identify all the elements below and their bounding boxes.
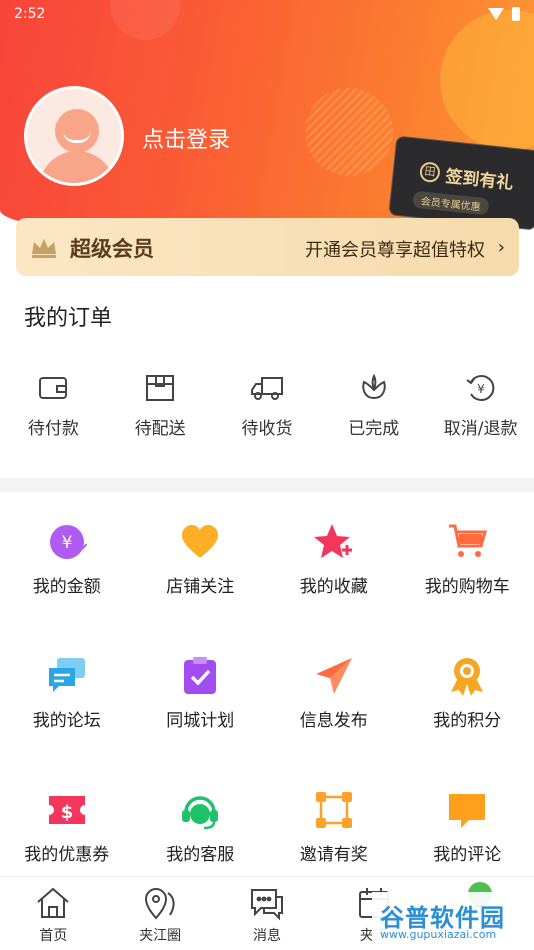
login-link[interactable]: 点击登录 — [142, 122, 230, 154]
status-time: 2:52 — [14, 6, 46, 22]
service-row: $ 我的优惠券 我的客服 邀请有奖 我的评论 — [0, 760, 534, 894]
svg-text:¥: ¥ — [477, 382, 485, 396]
truck-icon — [250, 377, 283, 400]
service-label: 我的收藏 — [299, 577, 368, 597]
package-icon — [146, 375, 175, 401]
service-label: 我的购物车 — [424, 577, 510, 597]
vip-banner[interactable]: 超级会员 开通会员尊享超值特权 › — [16, 218, 519, 276]
checkin-subtitle: 会员专属优惠 — [412, 190, 490, 216]
nav-messages[interactable]: 消息 — [214, 877, 321, 950]
crown-icon — [32, 239, 56, 258]
order-pending-payment[interactable]: 待付款 — [0, 362, 107, 452]
status-bar: 2:52 — [0, 0, 534, 28]
wallet-icon — [39, 377, 68, 399]
medal-icon — [451, 658, 484, 696]
service-label: 同城计划 — [166, 711, 235, 731]
battery-icon — [512, 7, 520, 21]
gift-icon: 田 — [418, 161, 441, 184]
nav-circle[interactable]: 夹江圈 — [107, 877, 214, 950]
service-row: ¥ 我的金额 店铺关注 我的收藏 我的购物车 — [0, 492, 534, 626]
service-label: 我的金额 — [32, 577, 101, 597]
avatar[interactable] — [24, 86, 124, 186]
service-label: 信息发布 — [299, 711, 368, 731]
watermark-url: www.gupuxiazai.com — [380, 928, 497, 941]
service-label: 店铺关注 — [166, 577, 235, 597]
service-followed-shops[interactable]: 店铺关注 — [134, 492, 268, 626]
location-icon — [145, 888, 175, 920]
service-label: 我的论坛 — [32, 711, 101, 731]
service-grid: ¥ 我的金额 店铺关注 我的收藏 我的购物车 我的论坛 同城计划 信息发布 我的… — [0, 492, 534, 894]
nav-label: 首页 — [39, 928, 68, 944]
service-label: 我的优惠券 — [24, 845, 110, 865]
coupon-icon: $ — [48, 796, 85, 824]
header-decoration — [440, 10, 534, 150]
service-label: 我的客服 — [166, 845, 235, 865]
svg-text:¥: ¥ — [61, 533, 72, 553]
order-completed[interactable]: 已完成 — [320, 362, 427, 452]
service-points[interactable]: 我的积分 — [401, 626, 534, 760]
orders-title: 我的订单 — [24, 306, 113, 331]
service-label: 我的积分 — [433, 711, 502, 731]
order-pending-delivery[interactable]: 待配送 — [107, 362, 214, 452]
wifi-icon — [488, 8, 504, 20]
service-support[interactable]: 我的客服 — [134, 760, 268, 894]
order-label: 待付款 — [27, 419, 79, 439]
service-city-plan[interactable]: 同城计划 — [134, 626, 268, 760]
order-refund[interactable]: ¥ 取消/退款 — [427, 362, 534, 452]
order-label: 取消/退款 — [443, 419, 518, 439]
header-decoration — [305, 88, 393, 176]
section-divider — [0, 478, 534, 492]
chat-icon — [48, 658, 85, 692]
watermark: 谷普软件园 www.gupuxiazai.com — [372, 892, 532, 946]
paper-plane-icon — [315, 658, 352, 694]
cart-icon — [449, 524, 488, 557]
order-pending-receipt[interactable]: 待收货 — [214, 362, 321, 452]
flower-icon — [362, 373, 386, 400]
service-cart[interactable]: 我的购物车 — [401, 492, 534, 626]
home-icon — [37, 887, 70, 918]
svg-text:$: $ — [60, 802, 73, 823]
nav-label: 消息 — [252, 928, 281, 944]
checkin-card[interactable]: 田 签到有礼 会员专属优惠 — [388, 135, 534, 231]
star-plus-icon — [313, 524, 352, 558]
service-invite[interactable]: 邀请有奖 — [267, 760, 401, 894]
checkin-title: 签到有礼 — [444, 166, 515, 194]
service-label: 邀请有奖 — [299, 845, 368, 865]
vip-description: 开通会员尊享超值特权 — [305, 240, 485, 261]
status-icons — [488, 7, 520, 21]
order-label: 已完成 — [348, 419, 400, 439]
service-balance[interactable]: ¥ 我的金额 — [0, 492, 134, 626]
service-favorites[interactable]: 我的收藏 — [267, 492, 401, 626]
message-icon — [250, 889, 283, 921]
nav-label: 夹江圈 — [139, 928, 182, 944]
service-coupons[interactable]: $ 我的优惠券 — [0, 760, 134, 894]
order-label: 待配送 — [134, 419, 186, 439]
wallet-yen-icon: ¥ — [49, 525, 87, 559]
service-label: 我的评论 — [433, 845, 502, 865]
comment-icon — [449, 794, 486, 828]
refund-icon: ¥ — [465, 375, 494, 401]
service-comments[interactable]: 我的评论 — [401, 760, 534, 894]
order-label: 待收货 — [241, 419, 293, 439]
network-icon — [315, 792, 352, 828]
heart-icon — [182, 525, 219, 558]
headset-icon — [182, 796, 219, 830]
vip-title: 超级会员 — [70, 237, 154, 261]
service-forum[interactable]: 我的论坛 — [0, 626, 134, 760]
order-status-row: 待付款 待配送 待收货 已完成 ¥ 取消/退款 — [0, 362, 534, 452]
service-row: 我的论坛 同城计划 信息发布 我的积分 — [0, 626, 534, 760]
chevron-right-icon: › — [497, 237, 505, 258]
nav-home[interactable]: 首页 — [0, 877, 107, 950]
clipboard-check-icon — [184, 657, 217, 694]
service-publish[interactable]: 信息发布 — [267, 626, 401, 760]
